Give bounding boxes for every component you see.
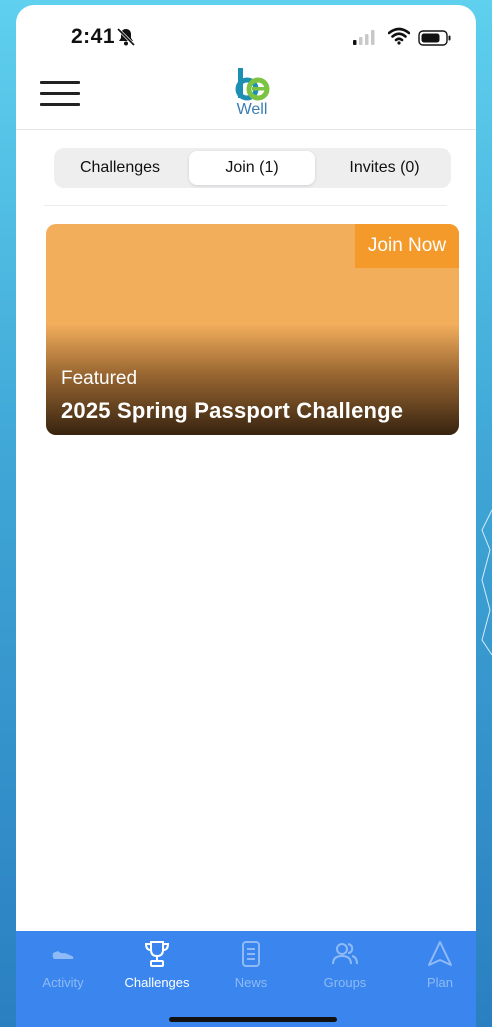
menu-icon[interactable] (40, 81, 80, 109)
featured-challenge-card[interactable]: Join Now Featured 2025 Spring Passport C… (46, 224, 459, 435)
navigation-arrow-icon (428, 941, 452, 966)
tab-label-plan: Plan (426, 975, 454, 990)
background-decoration (481, 509, 492, 656)
signal-icon (353, 30, 375, 45)
tab-label-groups: Groups (323, 975, 367, 990)
bell-slash-icon (116, 27, 136, 47)
segmented-control: Challenges Join (1) Invites (0) (54, 148, 451, 188)
people-icon (332, 943, 358, 965)
tab-label-news: News (234, 975, 268, 990)
wifi-icon (388, 27, 410, 45)
challenge-title: 2025 Spring Passport Challenge (61, 398, 404, 423)
logo-text: Well (236, 101, 268, 118)
tab-groups[interactable]: Groups (299, 939, 391, 1001)
battery-icon (418, 30, 451, 46)
tab-label-activity: Activity (42, 975, 84, 990)
shoe-icon (52, 951, 74, 959)
trophy-icon (144, 941, 170, 967)
status-time: 2:41 (71, 25, 116, 48)
status-bar: 2:41 (16, 5, 476, 61)
bottom-tab-bar: Activity Challenges News Groups Plan (16, 931, 476, 1027)
home-indicator (169, 1017, 337, 1022)
featured-label: Featured (61, 368, 138, 389)
tab-news[interactable]: News (205, 939, 297, 1001)
logo-mark (235, 68, 270, 101)
tab-plan[interactable]: Plan (394, 939, 476, 1001)
tab-challenges[interactable]: Challenges (111, 939, 203, 1001)
tab-activity[interactable]: Activity (17, 939, 109, 1001)
join-now-button[interactable]: Join Now (355, 224, 459, 268)
divider (44, 205, 447, 206)
tab-invites-segment[interactable]: Invites (0) (321, 151, 448, 185)
document-icon (242, 941, 260, 967)
phone-screen: 2:41 Well Challenges Join (1) Invites (0… (16, 5, 476, 1027)
tab-label-challenges: Challenges (124, 975, 190, 990)
app-header: Well (16, 61, 476, 130)
tab-challenges-segment[interactable]: Challenges (57, 151, 183, 185)
tab-join-segment[interactable]: Join (1) (189, 151, 315, 185)
bewell-logo: Well (230, 66, 274, 122)
